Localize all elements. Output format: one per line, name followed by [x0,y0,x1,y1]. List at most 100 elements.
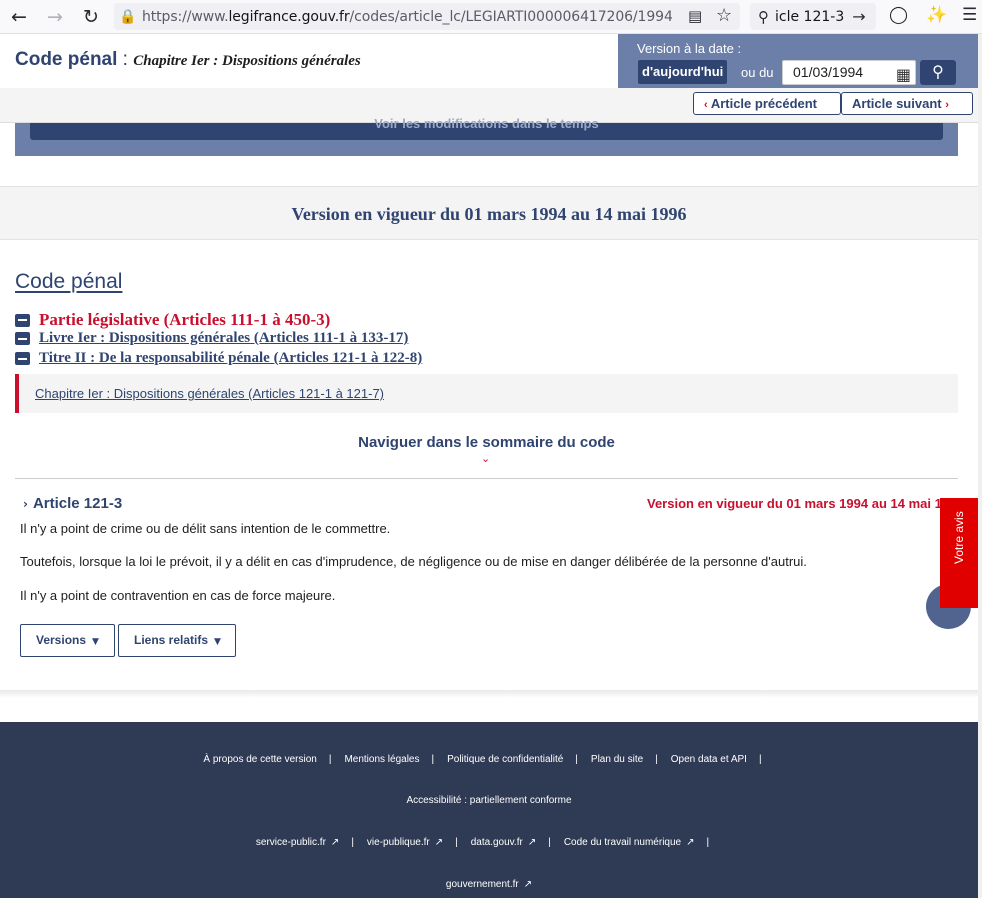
toc-partie[interactable]: Partie législative (Articles 111-1 à 450… [15,310,330,330]
footer-link-vie-publique[interactable]: vie-publique.fr ↗ [367,837,443,848]
footer-separator: | [706,837,710,848]
footer-separator: | [431,754,435,765]
code-title-link[interactable]: Code pénal [15,270,122,294]
footer-link-opendata[interactable]: Open data et API [671,754,747,765]
footer-separator: | [455,837,458,848]
find-next-arrow-icon[interactable]: → [852,7,865,26]
date-panel: Version à la date : d'aujourd'hui ou du … [618,34,978,88]
bookmark-star-icon[interactable]: ☆ [716,5,732,26]
minus-icon[interactable] [15,332,30,345]
title-separator: : [117,49,134,70]
code-name: Code pénal [15,49,118,70]
date-search-button[interactable]: ⚲ [920,60,956,85]
footer-row-accessibility: Accessibilité : partiellement conforme [0,795,978,806]
previous-article-label: Article précédent [710,96,818,111]
reload-icon[interactable]: ↻ [76,2,106,32]
external-link-icon: ↗ [434,837,444,848]
page-title: Code pénal : Chapitre Ier : Dispositions… [15,49,361,71]
toc-chapitre-link[interactable]: Chapitre Ier : Dispositions générales (A… [35,386,384,401]
article-paragraph: Toutefois, lorsque la loi le prévoit, il… [20,554,807,569]
toc-titre-label[interactable]: Titre II : De la responsabilité pénale (… [39,350,422,367]
back-arrow-icon[interactable]: ← [4,2,34,32]
menu-icon[interactable]: ☰ [962,5,977,25]
shield-icon[interactable]: ◯ [889,5,908,25]
external-link-icon: ↗ [523,879,533,890]
footer-link-label: Code du travail numérique [563,837,682,848]
search-icon: ⚲ [758,7,769,26]
footer-link-privacy[interactable]: Politique de confidentialité [447,754,563,765]
external-link-icon: ↗ [330,837,340,848]
footer-row-links: À propos de cette version | Mentions léga… [0,754,978,765]
content-shadow [0,690,978,698]
divider [15,478,958,479]
or-label: ou du [741,65,774,80]
url-text[interactable]: https://www.legifrance.gouv.fr/codes/art… [142,9,672,25]
external-link-icon: ↗ [686,837,695,848]
forward-arrow-icon[interactable]: → [40,2,70,32]
footer-link-service-public[interactable]: service-public.fr ↗ [256,837,339,848]
chevron-down-icon: ▼ [92,637,99,647]
footer-link-label: gouvernement.fr [445,879,519,890]
previous-article-button[interactable]: ‹ Article précédent [693,92,841,115]
next-article-button[interactable]: Article suivant › [841,92,973,115]
footer-link-gouvernement[interactable]: gouvernement.fr ↗ [446,879,532,890]
footer-link-code-travail[interactable]: Code du travail numérique ↗ [564,837,695,848]
article-title-label: Article 121-3 [32,495,123,512]
footer-separator: | [548,837,551,848]
today-button[interactable]: d'aujourd'hui [638,60,728,84]
chevron-left-icon: ‹ [704,99,708,111]
footer-link-sitemap[interactable]: Plan du site [591,754,643,765]
scrollbar[interactable] [978,34,982,898]
toc-partie-label[interactable]: Partie législative (Articles 111-1 à 450… [39,310,330,330]
footer-link-about[interactable]: À propos de cette version [203,754,316,765]
feedback-tab[interactable]: Votre avis [940,498,978,608]
footer-row-external: service-public.fr ↗ | vie-publique.fr ↗ | da… [0,837,978,848]
browser-toolbar: ← → ↻ 🔒 https://www.legifrance.gouv.fr/c… [0,0,982,34]
version-band: Version en vigueur du 01 mars 1994 au 14… [0,186,978,240]
date-value: 01/03/1994 [793,64,864,80]
versions-label: Versions [36,633,87,647]
footer-separator: | [575,754,578,765]
chevron-right-icon: › [23,497,28,511]
chapter-title: Chapitre Ier : Dispositions générales [133,53,361,69]
toc-chapitre: Chapitre Ier : Dispositions générales (A… [15,374,958,413]
toc-titre[interactable]: Titre II : De la responsabilité pénale (… [15,350,422,367]
chevron-down-icon: ▼ [214,637,221,647]
find-bar[interactable]: ⚲ icle 121-3 → [750,3,876,30]
footer-separator: | [351,837,354,848]
article-paragraph: Il n'y a point de crime ou de délit sans… [20,521,391,536]
versions-dropdown[interactable]: Versions ▼ [20,624,115,657]
article-title[interactable]: › Article 121-3 [23,495,122,512]
footer-separator: | [655,754,658,765]
address-bar[interactable]: 🔒 https://www.legifrance.gouv.fr/codes/a… [114,3,740,30]
timeline-button-label: Voir les modifications dans le temps [374,116,599,131]
toc-livre[interactable]: Livre Ier : Dispositions générales (Arti… [15,330,408,347]
footer-separator: | [328,754,332,765]
reader-view-icon[interactable]: ▤ [688,7,702,25]
navigate-summary-button[interactable]: Naviguer dans le sommaire du code [0,434,973,451]
footer-separator: | [758,754,762,765]
minus-icon[interactable] [15,352,30,365]
calendar-icon[interactable]: ▦ [896,63,911,86]
find-input[interactable]: icle 121-3 [775,9,844,25]
related-links-dropdown[interactable]: Liens relatifs ▼ [118,624,236,657]
footer-link-label: data.gouv.fr [470,837,523,848]
related-links-label: Liens relatifs [134,633,209,647]
minus-icon[interactable] [15,313,30,327]
article-version: Version en vigueur du 01 mars 1994 au 14… [647,496,943,511]
site-header: Code pénal : Chapitre Ier : Dispositions… [0,34,978,88]
footer-link-data-gouv[interactable]: data.gouv.fr ↗ [471,837,536,848]
lock-icon: 🔒 [119,8,137,25]
next-article-label: Article suivant [852,96,942,111]
date-label: Version à la date : [637,41,742,56]
date-input[interactable]: 01/03/1994 ▦ [782,60,916,85]
footer-link-legal[interactable]: Mentions légales [344,754,419,765]
search-icon: ⚲ [932,62,944,81]
extensions-icon[interactable]: ✨ [926,5,947,25]
footer-link-accessibility[interactable]: Accessibilité : partiellement conforme [406,795,571,806]
footer-link-label: vie-publique.fr [366,837,430,848]
toc-livre-label[interactable]: Livre Ier : Dispositions générales (Arti… [39,330,408,347]
chevron-down-icon[interactable]: ⌄ [481,452,490,465]
footer: À propos de cette version | Mentions léga… [0,722,978,898]
footer-row-gouvernement: gouvernement.fr ↗ [0,879,978,890]
